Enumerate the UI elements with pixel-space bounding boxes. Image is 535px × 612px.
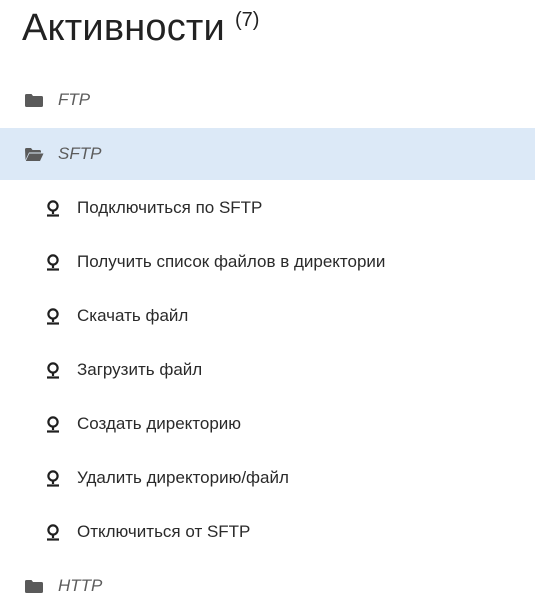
folder-sftp[interactable]: SFTP xyxy=(0,128,535,180)
activity-item-create-directory[interactable]: Создать директорию xyxy=(0,398,535,450)
activity-label: Отключиться от SFTP xyxy=(77,522,251,541)
folder-closed-icon xyxy=(24,579,44,593)
activity-label: Удалить директорию/файл xyxy=(77,468,289,487)
activity-label: Получить список файлов в директории xyxy=(77,252,386,271)
activity-icon xyxy=(45,199,61,217)
activity-label: Подключиться по SFTP xyxy=(77,198,263,217)
activity-icon xyxy=(45,307,61,325)
activity-item-connect-sftp[interactable]: Подключиться по SFTP xyxy=(0,182,535,234)
activity-item-download-file[interactable]: Скачать файл xyxy=(0,290,535,342)
activity-label: Скачать файл xyxy=(77,306,189,325)
activities-count: (7) xyxy=(234,9,260,31)
activities-header: Активности (7) xyxy=(22,4,259,52)
activity-item-list-files[interactable]: Получить список файлов в директории xyxy=(0,236,535,288)
folder-ftp[interactable]: FTP xyxy=(0,74,535,126)
activity-icon xyxy=(45,415,61,433)
activity-item-delete-directory-file[interactable]: Удалить директорию/файл xyxy=(0,452,535,504)
activity-item-upload-file[interactable]: Загрузить файл xyxy=(0,344,535,396)
page-title: Активности xyxy=(22,7,225,49)
folder-label: HTTP xyxy=(58,576,103,595)
folder-open-icon xyxy=(24,147,44,161)
activity-label: Загрузить файл xyxy=(77,360,203,379)
activity-icon xyxy=(45,253,61,271)
activity-item-disconnect-sftp[interactable]: Отключиться от SFTP xyxy=(0,506,535,558)
folder-label: SFTP xyxy=(58,144,102,163)
activity-label: Создать директорию xyxy=(77,414,242,433)
activity-icon xyxy=(45,361,61,379)
folder-closed-icon xyxy=(24,93,44,107)
activity-icon xyxy=(45,523,61,541)
activity-icon xyxy=(45,469,61,487)
folder-label: FTP xyxy=(58,90,91,109)
folder-http[interactable]: HTTP xyxy=(0,560,535,612)
